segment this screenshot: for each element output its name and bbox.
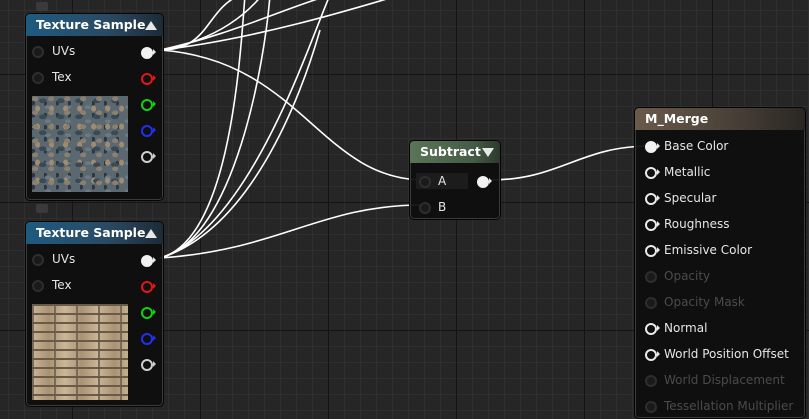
material-result-node[interactable]: M_Merge Base Color Metallic Specular Roughn… [634, 107, 806, 419]
node-title: Texture Sample [36, 17, 146, 32]
output-pin-icon[interactable] [477, 176, 489, 188]
output-r-pin-icon[interactable] [141, 281, 153, 293]
output-a-pin-icon[interactable] [141, 151, 153, 163]
texture-sample-node-2[interactable]: Texture Sample UVs Tex [25, 221, 164, 407]
pin-a[interactable]: A [416, 171, 468, 191]
pin-arrow-icon [153, 283, 156, 289]
pin-arrow-icon [657, 143, 660, 149]
collapse-arrow-icon[interactable] [482, 148, 494, 157]
pin-label: Normal [664, 321, 708, 335]
pin-label: Emissive Color [664, 243, 753, 257]
node-header[interactable]: Texture Sample [26, 222, 163, 244]
input-pin-icon[interactable] [32, 46, 44, 58]
pin-arrow-icon [657, 169, 660, 175]
pin-arrow-icon [153, 335, 156, 341]
pin-arrow-icon [153, 101, 156, 107]
pin-arrow-icon [153, 75, 156, 81]
pin-label: Tessellation Multiplier [664, 399, 794, 413]
subtract-node[interactable]: Subtract A B [409, 140, 501, 220]
pin-label: World Displacement [664, 373, 785, 387]
output-rgb-pin-icon[interactable] [141, 255, 153, 267]
node-header[interactable]: Subtract [410, 141, 500, 163]
node-icon [36, 2, 48, 11]
texture-sample-node-1[interactable]: Texture Sample UVs Tex [25, 13, 164, 201]
texture-preview [32, 304, 128, 400]
pin-arrow-icon [153, 257, 156, 263]
output-a-pin-icon[interactable] [141, 359, 153, 371]
collapse-arrow-icon[interactable] [145, 21, 157, 30]
input-pin-icon[interactable] [419, 202, 431, 214]
input-pin-icon[interactable] [32, 254, 44, 266]
node-header[interactable]: Texture Sample [26, 14, 163, 36]
pin-label: Base Color [664, 139, 729, 153]
input-pin-icon[interactable] [645, 141, 657, 153]
pin-arrow-icon [657, 221, 660, 227]
pin-arrow-icon [153, 309, 156, 315]
wire[interactable] [159, 49, 423, 181]
input-pin-icon[interactable] [32, 280, 44, 292]
pin-label: Roughness [664, 217, 730, 231]
pin-label: A [438, 174, 447, 188]
input-pin-icon [645, 297, 657, 309]
pin-label: B [438, 200, 447, 214]
pin-label: UVs [52, 44, 76, 58]
wire[interactable] [159, 29, 321, 259]
output-b-pin-icon[interactable] [141, 333, 153, 345]
input-pin-icon[interactable] [645, 349, 657, 361]
pin-arrow-icon [153, 49, 156, 55]
pin-label: Metallic [664, 165, 711, 179]
input-pin-icon [645, 375, 657, 387]
pin-label: Tex [52, 70, 72, 84]
pin-arrow-icon [153, 127, 156, 133]
input-pin-icon[interactable] [645, 167, 657, 179]
pin-arrow-icon [657, 195, 660, 201]
output-g-pin-icon[interactable] [141, 307, 153, 319]
pin-arrow-icon [657, 247, 660, 253]
pin-label: Opacity Mask [664, 295, 745, 309]
pin-arrow-icon [153, 153, 156, 159]
input-pin-icon[interactable] [645, 245, 657, 257]
pin-arrow-icon [489, 178, 492, 184]
pin-label: Opacity [664, 269, 711, 283]
wire[interactable] [159, 0, 330, 51]
node-title: Texture Sample [36, 225, 146, 240]
node-title: M_Merge [645, 111, 709, 126]
wire[interactable] [159, 0, 400, 51]
input-pin-icon[interactable] [645, 323, 657, 335]
output-g-pin-icon[interactable] [141, 99, 153, 111]
node-icon [36, 204, 48, 213]
input-pin-icon[interactable] [32, 72, 44, 84]
input-pin-icon [645, 271, 657, 283]
output-rgb-pin-icon[interactable] [141, 47, 153, 59]
texture-preview [32, 96, 128, 192]
node-title: Subtract [420, 144, 481, 159]
pin-arrow-icon [657, 351, 660, 357]
input-pin-icon[interactable] [645, 219, 657, 231]
pin-arrow-icon [657, 325, 660, 331]
pin-arrow-icon [153, 361, 156, 367]
output-b-pin-icon[interactable] [141, 125, 153, 137]
output-r-pin-icon[interactable] [141, 73, 153, 85]
wire[interactable] [489, 145, 651, 181]
pin-label: Specular [664, 191, 717, 205]
input-pin-icon[interactable] [645, 193, 657, 205]
pin-label: UVs [52, 252, 76, 266]
node-header[interactable]: M_Merge [635, 108, 805, 130]
collapse-arrow-icon[interactable] [145, 229, 157, 238]
input-pin-icon [645, 401, 657, 413]
pin-label: Tex [52, 278, 72, 292]
input-pin-icon[interactable] [419, 176, 431, 188]
pin-label: World Position Offset [664, 347, 789, 361]
material-graph-canvas[interactable]: Texture Sample UVs Tex Texture Sample UV… [0, 0, 809, 419]
